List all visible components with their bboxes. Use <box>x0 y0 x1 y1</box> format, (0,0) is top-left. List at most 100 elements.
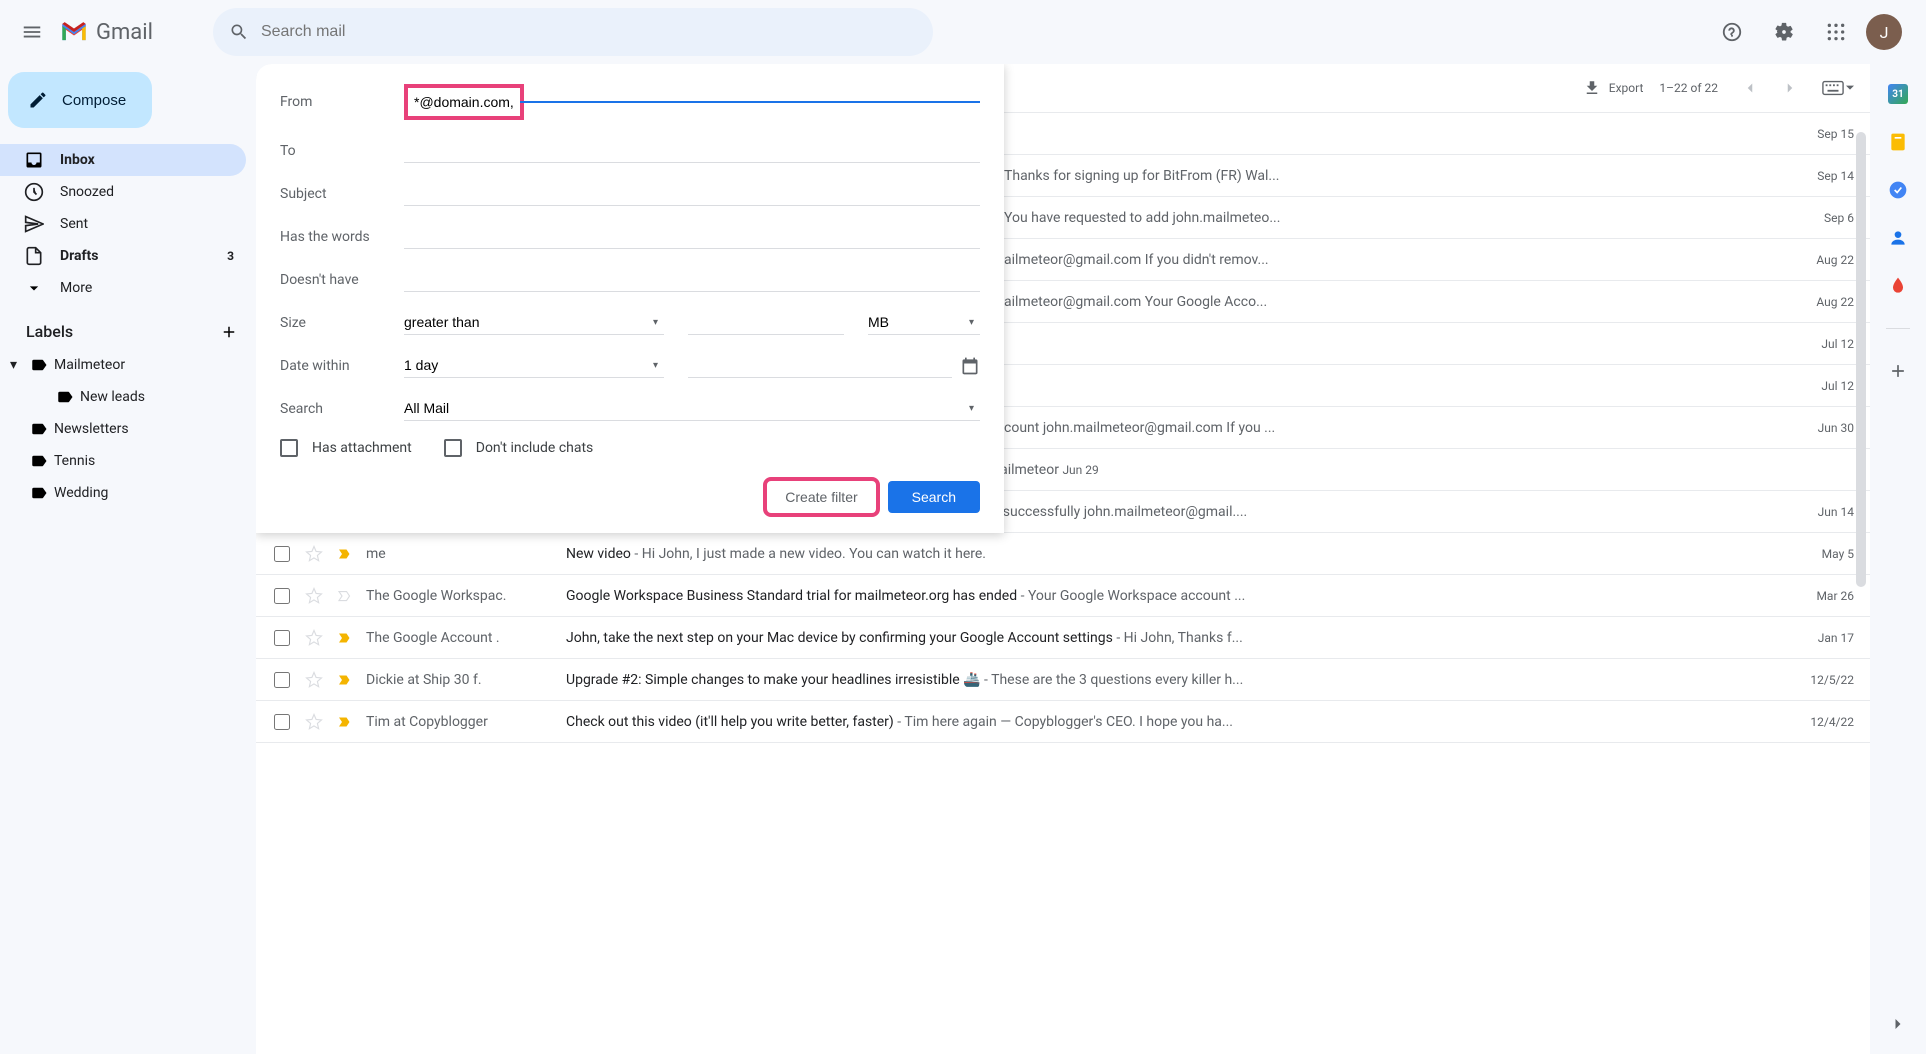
label-item[interactable]: Tennis <box>0 445 246 477</box>
doesnt-have-input[interactable] <box>404 267 980 292</box>
avatar[interactable]: J <box>1866 14 1902 50</box>
select-checkbox[interactable] <box>272 588 292 604</box>
calendar-icon[interactable] <box>960 356 980 376</box>
select-checkbox[interactable] <box>272 546 292 562</box>
size-label: Size <box>280 315 404 331</box>
email-subject: Google Workspace Business Standard trial… <box>566 588 1784 604</box>
size-unit-select[interactable]: MB <box>868 310 980 335</box>
dont-include-chats-checkbox[interactable]: Don't include chats <box>444 439 594 457</box>
to-input[interactable] <box>404 138 980 163</box>
nav-inbox[interactable]: Inbox <box>0 144 246 176</box>
size-value-input[interactable] <box>688 310 844 335</box>
next-page[interactable] <box>1774 72 1806 104</box>
size-operator-select[interactable]: greater than <box>404 310 664 335</box>
email-date: Aug 22 <box>1784 253 1854 267</box>
label-icon <box>30 356 48 374</box>
chevron-down-icon <box>24 278 44 298</box>
search-bar[interactable] <box>213 8 933 56</box>
nav-more[interactable]: More <box>0 272 246 304</box>
email-row[interactable]: The Google Workspac.Google Workspace Bus… <box>256 575 1870 617</box>
star-icon[interactable] <box>304 713 324 731</box>
apps-icon[interactable] <box>1814 10 1858 54</box>
star-icon[interactable] <box>304 629 324 647</box>
email-date: Jul 12 <box>1784 379 1854 393</box>
addon-app-icon[interactable] <box>1888 276 1908 296</box>
email-date: May 5 <box>1784 547 1854 561</box>
content-area: Export 1–22 of 22 Sep 15Thanks for signi… <box>256 64 1870 1054</box>
date-within-select[interactable]: 1 day <box>404 353 664 378</box>
tasks-app-icon[interactable] <box>1888 180 1908 200</box>
inbox-icon <box>24 150 44 170</box>
search-button[interactable]: Search <box>888 481 980 513</box>
email-subject: Check out this video (it'll help you wri… <box>566 714 1784 730</box>
select-checkbox[interactable] <box>272 714 292 730</box>
has-words-label: Has the words <box>280 229 404 245</box>
sidebar: Compose Inbox Snoozed Sent Drafts 3 More… <box>0 64 256 1054</box>
create-filter-button[interactable]: Create filter <box>767 481 875 513</box>
email-date: Jun 14 <box>1784 505 1854 519</box>
gmail-logo[interactable]: Gmail <box>60 20 153 45</box>
expand-rail-icon[interactable] <box>1888 1014 1908 1034</box>
label-item[interactable]: Newsletters <box>0 413 246 445</box>
menu-icon[interactable] <box>8 8 56 56</box>
from-input[interactable] <box>414 90 514 114</box>
from-label: From <box>280 94 404 110</box>
select-checkbox[interactable] <box>272 630 292 646</box>
label-icon <box>30 484 48 502</box>
nav-sent[interactable]: Sent <box>0 208 246 240</box>
email-date: 12/5/22 <box>1784 673 1854 687</box>
nav-drafts[interactable]: Drafts 3 <box>0 240 246 272</box>
email-row[interactable]: meNew video - Hi John, I just made a new… <box>256 533 1870 575</box>
keep-app-icon[interactable] <box>1888 132 1908 152</box>
date-input[interactable] <box>688 353 952 378</box>
prev-page[interactable] <box>1734 72 1766 104</box>
help-icon[interactable] <box>1710 10 1754 54</box>
nav-snoozed[interactable]: Snoozed <box>0 176 246 208</box>
star-icon[interactable] <box>304 587 324 605</box>
email-sender: Tim at Copyblogger <box>366 714 566 730</box>
has-words-input[interactable] <box>404 224 980 249</box>
label-icon <box>56 388 74 406</box>
calendar-app-icon[interactable]: 31 <box>1888 84 1908 104</box>
logo-text: Gmail <box>96 20 153 45</box>
email-subject: John, take the next step on your Mac dev… <box>566 630 1784 646</box>
important-icon[interactable] <box>336 713 354 731</box>
email-row[interactable]: Dickie at Ship 30 f.Upgrade #2: Simple c… <box>256 659 1870 701</box>
settings-icon[interactable] <box>1762 10 1806 54</box>
pencil-icon <box>28 90 48 110</box>
select-checkbox[interactable] <box>272 672 292 688</box>
email-date: Sep 14 <box>1784 169 1854 183</box>
label-item[interactable]: ▾Mailmeteor <box>0 349 246 381</box>
pagination-range: 1–22 of 22 <box>1659 81 1718 95</box>
clock-icon <box>24 182 44 202</box>
input-tools[interactable] <box>1822 80 1854 96</box>
email-row[interactable]: Tim at CopybloggerCheck out this video (… <box>256 701 1870 743</box>
drafts-icon <box>24 246 44 266</box>
star-icon[interactable] <box>304 545 324 563</box>
add-app-icon[interactable] <box>1888 361 1908 381</box>
important-icon[interactable] <box>336 671 354 689</box>
subject-input[interactable] <box>404 181 980 206</box>
has-attachment-checkbox[interactable]: Has attachment <box>280 439 412 457</box>
label-item[interactable]: New leads <box>0 381 246 413</box>
contacts-app-icon[interactable] <box>1888 228 1908 248</box>
email-date: 12/4/22 <box>1784 715 1854 729</box>
label-icon <box>30 420 48 438</box>
search-input[interactable] <box>261 23 917 41</box>
add-label-icon[interactable] <box>220 323 238 341</box>
important-icon[interactable] <box>336 545 354 563</box>
email-row[interactable]: The Google Account .John, take the next … <box>256 617 1870 659</box>
label-item[interactable]: Wedding <box>0 477 246 509</box>
star-icon[interactable] <box>304 671 324 689</box>
important-icon[interactable] <box>336 587 354 605</box>
email-sender: Dickie at Ship 30 f. <box>366 672 566 688</box>
export-button[interactable]: Export <box>1583 79 1644 97</box>
sent-icon <box>24 214 44 234</box>
search-scope-select[interactable]: All Mail <box>404 396 980 421</box>
email-date: Sep 6 <box>1784 211 1854 225</box>
labels-header: Labels <box>0 304 256 349</box>
important-icon[interactable] <box>336 629 354 647</box>
scrollbar[interactable] <box>1856 132 1866 1042</box>
compose-button[interactable]: Compose <box>8 72 152 128</box>
download-icon <box>1583 79 1601 97</box>
